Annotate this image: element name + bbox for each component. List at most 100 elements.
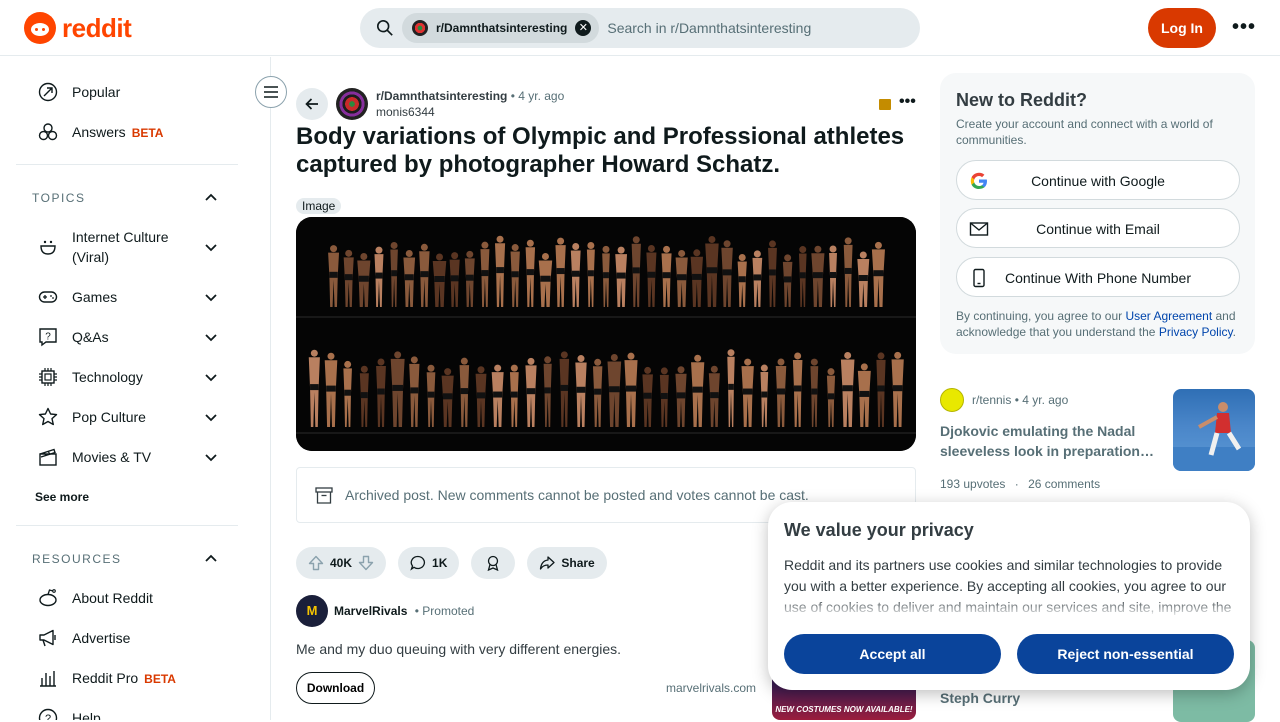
- athlete-figure: [330, 245, 338, 253]
- athlete-figure: [708, 236, 716, 244]
- sidebar-item-about-reddit[interactable]: About Reddit: [16, 578, 238, 618]
- sidebar-item-label: Answers BETA: [72, 122, 163, 143]
- sidebar-item-answers[interactable]: Answers BETA: [16, 112, 238, 152]
- download-button[interactable]: Download: [296, 672, 375, 704]
- related-thumbnail[interactable]: [1173, 389, 1255, 471]
- promoted-name[interactable]: MarvelRivals: [334, 604, 407, 618]
- sidebar-item-games[interactable]: Games: [16, 277, 238, 317]
- subreddit-search-chip: r/Damnthatsinteresting ✕: [402, 13, 600, 43]
- sidebar-item-technology[interactable]: Technology: [16, 357, 238, 397]
- athlete-figure: [738, 276, 746, 283]
- post-image[interactable]: [296, 217, 916, 451]
- sidebar-item-reddit-pro[interactable]: Reddit Pro BETA: [16, 658, 238, 698]
- chevron-down-icon[interactable]: [204, 450, 218, 464]
- reject-non-essential-button[interactable]: Reject non-essential: [1017, 634, 1234, 674]
- signup-description: Create your account and connect with a w…: [956, 117, 1213, 147]
- related-title[interactable]: Djokovic emulating the Nadal sleeveless …: [940, 421, 1158, 461]
- athlete-figure: [827, 393, 835, 400]
- sidebar-item-help[interactable]: ? Help: [16, 698, 238, 720]
- collapse-sidebar-button[interactable]: [255, 76, 287, 108]
- sidebar-item-label: Movies & TV: [72, 449, 152, 465]
- sidebar-item-qas[interactable]: ? Q&As: [16, 317, 238, 357]
- help-icon: ?: [38, 708, 58, 720]
- bar-chart-icon: [40, 671, 56, 687]
- athlete-figure: [859, 251, 867, 259]
- chevron-up-icon[interactable]: [204, 552, 218, 566]
- athlete-figure: [327, 352, 335, 360]
- post-overflow-icon[interactable]: •••: [899, 93, 916, 111]
- athlete-figure: [784, 254, 792, 262]
- athlete-figure: [860, 363, 868, 371]
- cookie-consent-dialog: We value your privacy Reddit and its par…: [768, 502, 1250, 690]
- share-label: Share: [561, 556, 595, 570]
- athlete-figure: [810, 358, 818, 366]
- athlete-figure: [344, 389, 351, 396]
- comments-button[interactable]: 1K: [398, 547, 460, 579]
- athlete-figure: [859, 390, 870, 397]
- promoted-domain[interactable]: marvelrivals.com: [666, 681, 756, 695]
- search-bar[interactable]: r/Damnthatsinteresting ✕ Search in r/Dam…: [360, 8, 920, 48]
- chevron-down-icon[interactable]: [204, 410, 218, 424]
- athlete-figure: [609, 386, 620, 393]
- resources-heading[interactable]: RESOURCES: [32, 552, 122, 566]
- svg-text:?: ?: [45, 332, 51, 343]
- athlete-figure: [814, 245, 822, 253]
- post-flair[interactable]: Image: [296, 198, 342, 214]
- subreddit-link[interactable]: r/Damnthatsinteresting: [376, 89, 507, 103]
- downvote-icon[interactable]: [358, 555, 374, 571]
- continue-google-button[interactable]: Continue with Google: [956, 160, 1240, 200]
- beta-badge: BETA: [131, 125, 164, 140]
- share-button[interactable]: Share: [527, 547, 607, 579]
- post-author[interactable]: monis6344: [376, 105, 435, 119]
- back-button[interactable]: [296, 88, 328, 120]
- see-more-link[interactable]: See more: [35, 490, 89, 504]
- related-title-2[interactable]: Steph Curry: [940, 690, 1020, 706]
- award-button[interactable]: [471, 547, 516, 579]
- chevron-down-icon[interactable]: [204, 240, 218, 254]
- athlete-figure: [753, 274, 762, 281]
- chevron-down-icon[interactable]: [204, 290, 218, 304]
- answers-label: Answers: [72, 123, 126, 140]
- chevron-down-icon[interactable]: [204, 370, 218, 384]
- athlete-figure: [526, 239, 534, 247]
- sidebar-item-advertise[interactable]: Advertise: [16, 618, 238, 658]
- related-subreddit-line: r/tennis • 4 yr. ago: [972, 393, 1068, 407]
- sidebar-item-movies-tv[interactable]: Movies & TV: [16, 437, 238, 477]
- sidebar-item-pop-culture[interactable]: Pop Culture: [16, 397, 238, 437]
- athlete-figure: [761, 391, 768, 398]
- athlete-figure: [360, 365, 368, 373]
- more-options-icon[interactable]: •••: [1228, 12, 1260, 44]
- login-button[interactable]: Log In: [1148, 8, 1216, 48]
- related-comments: 26 comments: [1028, 477, 1101, 491]
- athlete-figure: [692, 273, 702, 280]
- sidebar-item-popular[interactable]: Popular: [16, 72, 238, 112]
- menu-icon: [264, 86, 278, 98]
- upvote-icon[interactable]: [308, 555, 324, 571]
- user-agreement-link[interactable]: User Agreement: [1125, 309, 1212, 323]
- search-icon: [376, 19, 393, 36]
- chevron-up-icon[interactable]: [204, 191, 218, 205]
- topics-heading[interactable]: TOPICS: [32, 191, 85, 205]
- subreddit-avatar[interactable]: [336, 88, 368, 120]
- signup-terms: By continuing, you agree to our User Agr…: [956, 308, 1246, 340]
- athlete-figure: [643, 392, 652, 399]
- continue-phone-button[interactable]: Continue With Phone Number: [956, 257, 1240, 297]
- close-icon[interactable]: ✕: [575, 20, 592, 36]
- athlete-figure: [460, 388, 469, 395]
- beta-badge: BETA: [144, 671, 176, 686]
- marvelrivals-avatar[interactable]: M: [296, 595, 328, 627]
- privacy-policy-link[interactable]: Privacy Policy: [1159, 325, 1233, 339]
- reddit-logo[interactable]: reddit: [24, 12, 132, 44]
- related-subreddit[interactable]: r/tennis: [972, 393, 1011, 407]
- question-icon: ?: [39, 328, 57, 347]
- continue-email-button[interactable]: Continue with Email: [956, 208, 1240, 248]
- search-input[interactable]: Search in r/Damnthatsinteresting: [607, 20, 811, 36]
- chevron-down-icon[interactable]: [204, 330, 218, 344]
- sidebar-item-label: Pop Culture: [72, 409, 146, 425]
- logo-text: reddit: [62, 12, 132, 43]
- post-title: Body variations of Olympic and Professio…: [296, 123, 905, 178]
- archive-icon: [879, 99, 891, 110]
- athlete-figure: [662, 272, 671, 279]
- sidebar-item-internet-culture[interactable]: Internet Culture (Viral): [16, 227, 238, 267]
- accept-all-button[interactable]: Accept all: [784, 634, 1001, 674]
